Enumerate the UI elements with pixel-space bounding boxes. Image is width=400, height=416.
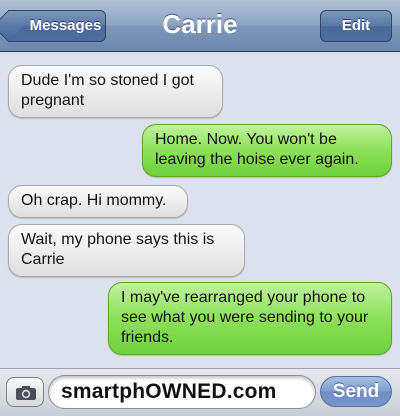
messages-screen: Messages Carrie Edit Dude I'm so stoned … bbox=[0, 0, 400, 416]
conversation-title: Carrie bbox=[162, 9, 238, 39]
edit-button[interactable]: Edit bbox=[320, 10, 392, 42]
message-input[interactable]: smartphOWNED.com bbox=[48, 375, 316, 409]
send-button[interactable]: Send bbox=[320, 376, 392, 407]
back-arrow-icon bbox=[0, 10, 24, 42]
composer-bar: smartphOWNED.com Send bbox=[0, 368, 400, 416]
message-thread[interactable]: Dude I'm so stoned I got pregnant Home. … bbox=[0, 52, 400, 368]
camera-icon bbox=[16, 386, 36, 400]
outgoing-message: I may've rearranged your phone to see wh… bbox=[108, 282, 392, 355]
incoming-message: Dude I'm so stoned I got pregnant bbox=[8, 65, 223, 118]
incoming-message: Wait, my phone says this is Carrie bbox=[8, 224, 245, 277]
back-button-label: Messages bbox=[29, 17, 102, 34]
back-button[interactable]: Messages bbox=[0, 10, 106, 42]
outgoing-message: Home. Now. You won't be leaving the hois… bbox=[142, 124, 392, 177]
incoming-message: Oh crap. Hi mommy. bbox=[8, 185, 188, 218]
nav-bar: Messages Carrie Edit bbox=[0, 0, 400, 52]
camera-button[interactable] bbox=[6, 377, 44, 407]
